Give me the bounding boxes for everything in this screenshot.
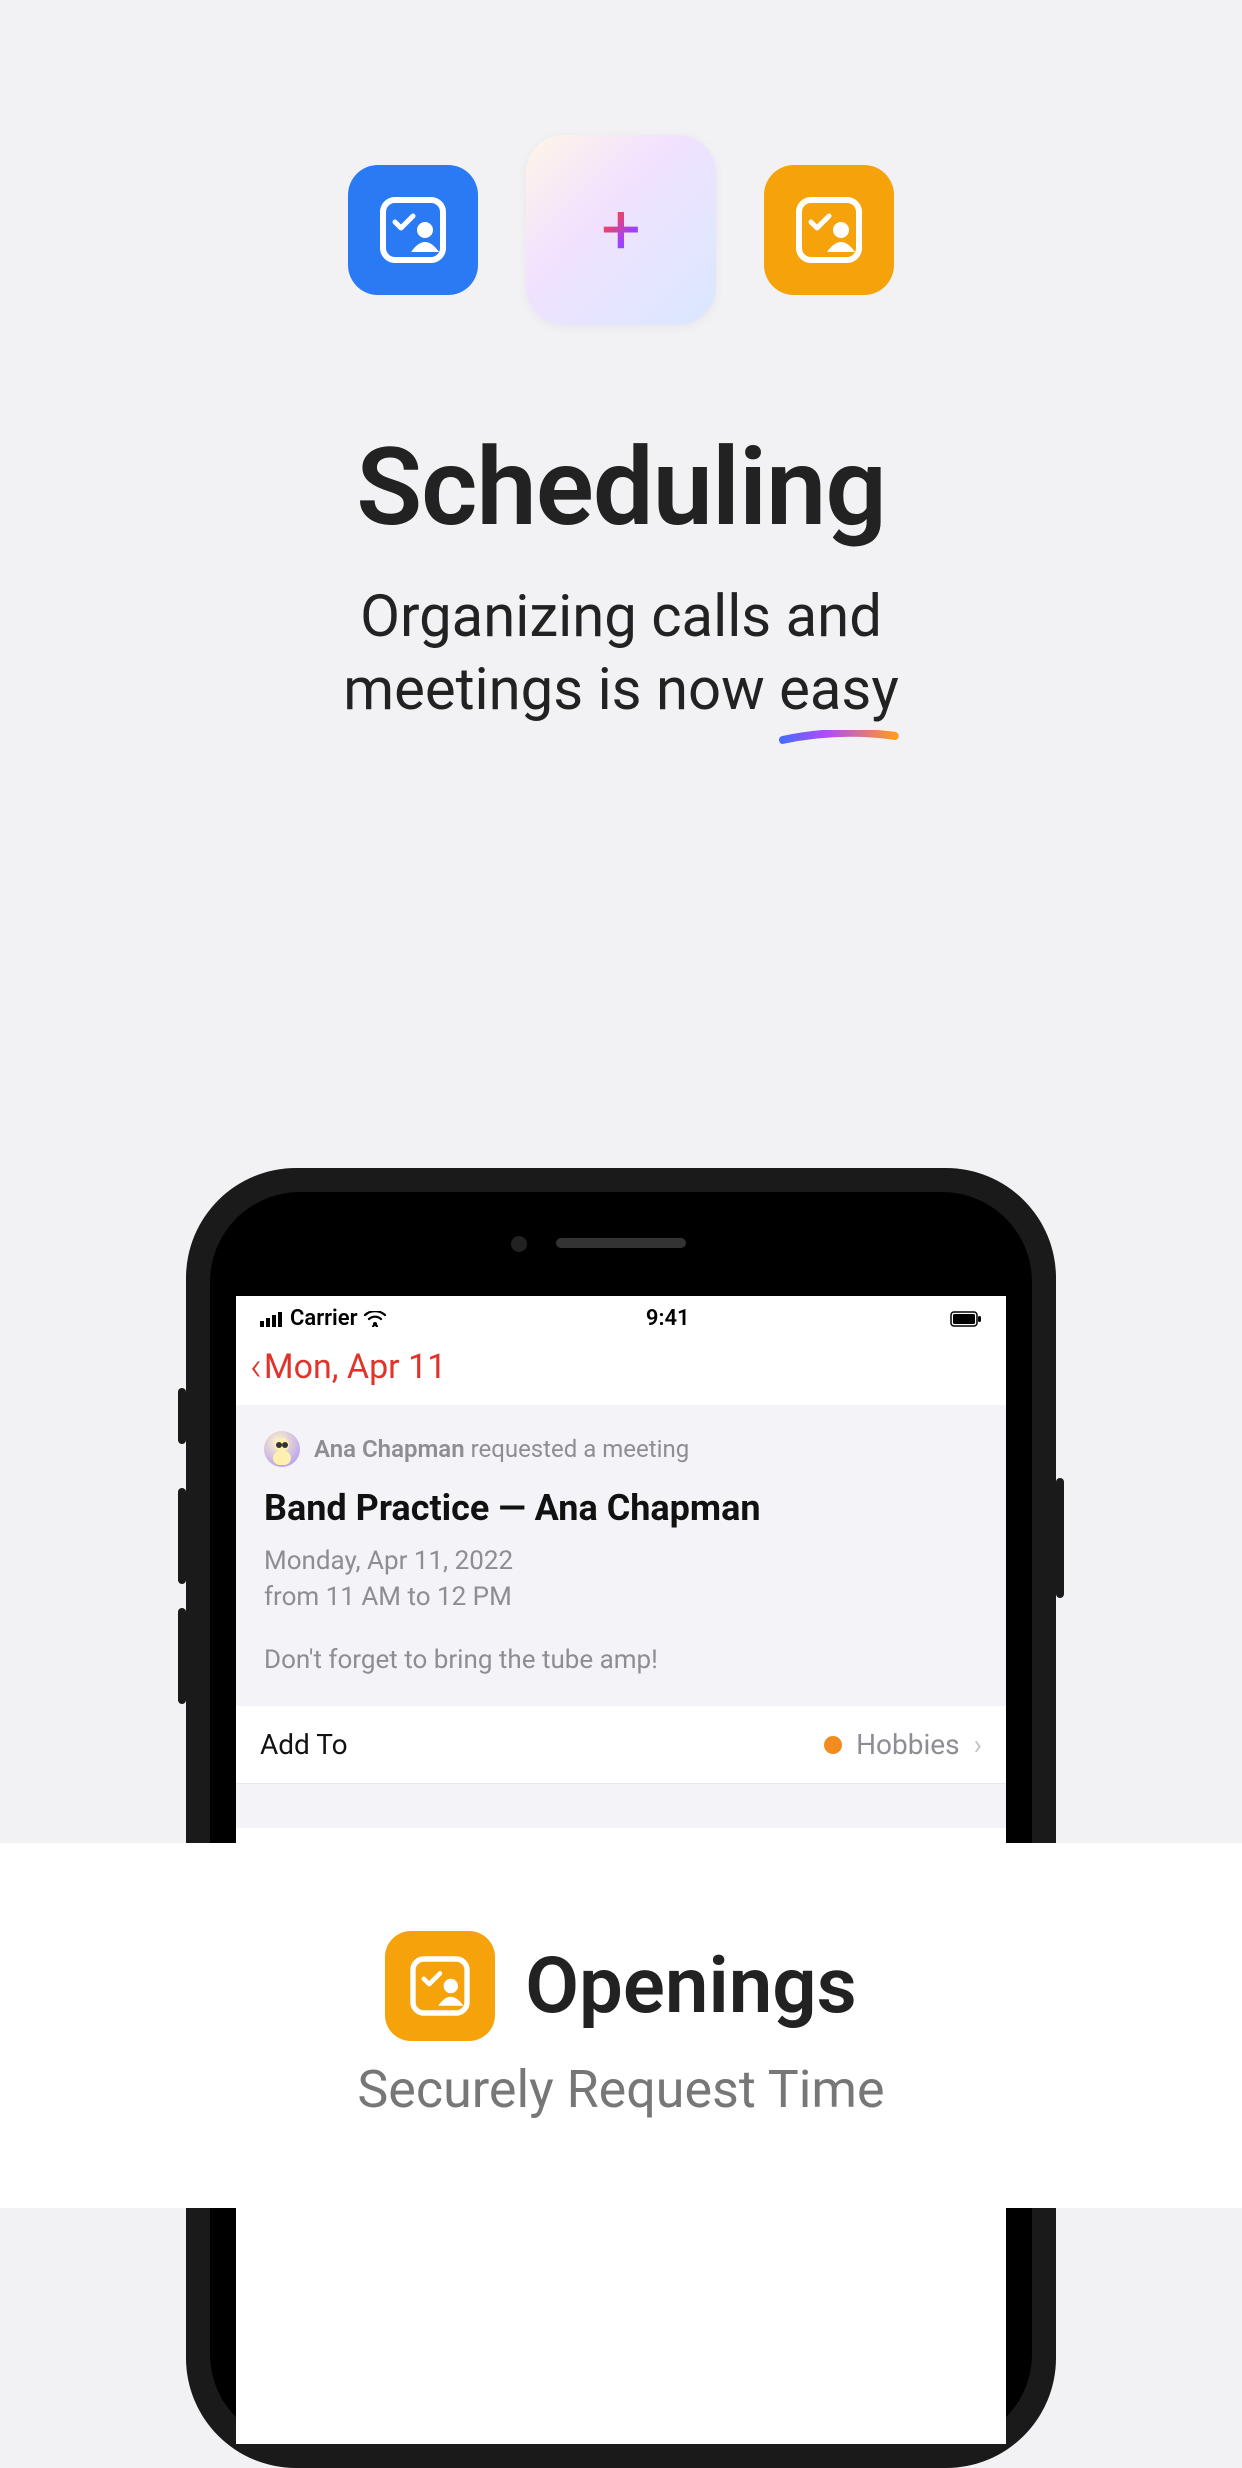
hero-icon-row: + <box>0 0 1242 325</box>
hero-title: Scheduling <box>0 425 1242 551</box>
banner-title: Openings <box>525 1941 857 2032</box>
plus-icon: + <box>601 189 641 271</box>
section-spacer <box>236 1784 1006 1828</box>
status-bar: Carrier 9:41 <box>236 1296 1006 1337</box>
signal-icon <box>260 1311 284 1327</box>
avatar <box>264 1431 300 1467</box>
phone-volume-down <box>178 1608 186 1704</box>
hero-subtitle-line2-prefix: meetings is now <box>343 656 779 724</box>
wifi-icon <box>364 1311 386 1327</box>
status-time: 9:41 <box>646 1306 690 1331</box>
phone-mute-switch <box>178 1388 186 1444</box>
hero-subtitle-line1: Organizing calls and <box>360 583 882 651</box>
add-to-label: Add To <box>260 1728 348 1761</box>
underline-swoosh-icon <box>779 730 899 744</box>
banner-subtitle: Securely Request Time <box>357 2059 884 2120</box>
hero-subtitle: Organizing calls and meetings is now eas… <box>0 581 1242 726</box>
add-to-row[interactable]: Add To Hobbies › <box>236 1706 1006 1784</box>
requester-row: Ana Chapman requested a meeting <box>264 1431 978 1467</box>
phone-power-button <box>1056 1478 1064 1598</box>
meeting-date: Monday, Apr 11, 2022 <box>264 1543 978 1579</box>
calendar-color-dot <box>824 1736 842 1754</box>
phone-camera <box>511 1236 527 1252</box>
meeting-time: from 11 AM to 12 PM <box>264 1579 978 1615</box>
app-icon-orange <box>764 165 894 295</box>
hero-subtitle-emphasis: easy <box>779 656 899 724</box>
meeting-note: Don't forget to bring the tube amp! <box>264 1642 978 1678</box>
nav-bar: ‹ Mon, Apr 11 <box>236 1337 1006 1405</box>
bottom-banner: Openings Securely Request Time <box>0 1843 1242 2208</box>
banner-app-icon <box>385 1931 495 2041</box>
back-label: Mon, Apr 11 <box>264 1347 446 1387</box>
battery-icon <box>950 1311 982 1327</box>
phone-mockup: Carrier 9:41 ‹ <box>186 1168 1056 2468</box>
phone-speaker <box>556 1238 686 1248</box>
requester-action: requested a meeting <box>465 1435 690 1463</box>
meeting-card: Ana Chapman requested a meeting Band Pra… <box>236 1405 1006 1706</box>
add-to-value: Hobbies <box>856 1728 960 1761</box>
chevron-left-icon: ‹ <box>250 1347 262 1387</box>
app-icon-blue <box>348 165 478 295</box>
meeting-title: Band Practice — Ana Chapman <box>264 1487 978 1529</box>
phone-volume-up <box>178 1488 186 1584</box>
chevron-right-icon: › <box>974 1728 982 1761</box>
carrier-label: Carrier <box>290 1306 358 1331</box>
back-button[interactable]: ‹ Mon, Apr 11 <box>250 1347 446 1387</box>
plus-tile: + <box>526 135 716 325</box>
requester-name: Ana Chapman <box>314 1435 465 1463</box>
